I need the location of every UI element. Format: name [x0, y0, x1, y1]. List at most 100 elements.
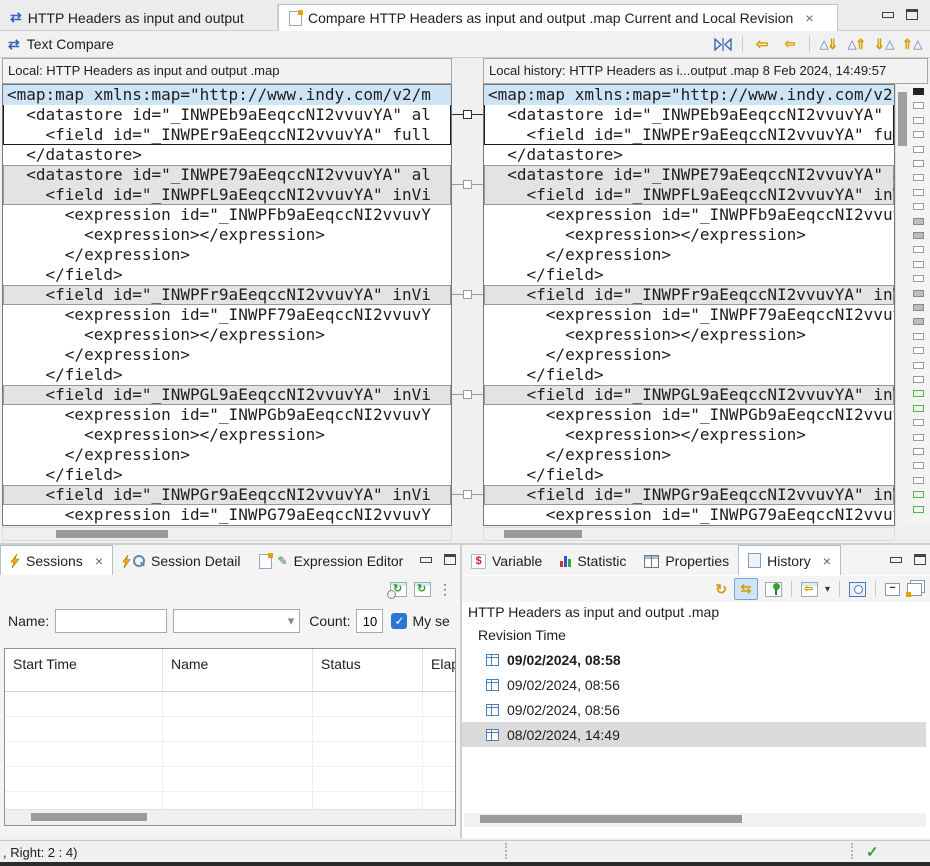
- code-line[interactable]: <expression></expression>: [484, 325, 894, 345]
- minimize-button[interactable]: [882, 12, 894, 18]
- code-line[interactable]: <datastore id="_INWPEb9aEeqccNI2vvuvYA" …: [3, 105, 451, 125]
- revision-row[interactable]: 09/02/2024, 08:58: [462, 647, 926, 672]
- revision-row[interactable]: 08/02/2024, 14:49: [462, 722, 926, 747]
- ruler-mark[interactable]: [913, 218, 924, 225]
- vertical-scrollbar[interactable]: [895, 84, 908, 526]
- diff-connector-handle[interactable]: [463, 290, 472, 299]
- previous-difference-icon[interactable]: △⇑: [846, 34, 868, 54]
- code-line[interactable]: <expression id="_INWPGb9aEeqccNI2vvuvY: [484, 405, 894, 425]
- code-line[interactable]: <map:map xmlns:map="http://www.indy.com/…: [484, 85, 894, 105]
- code-line[interactable]: <expression id="_INWPF79aEeqccNI2vvuvY: [484, 305, 894, 325]
- ruler-mark[interactable]: [913, 434, 924, 441]
- compare-mode-icon[interactable]: ⇦: [801, 582, 818, 597]
- pin-view-icon[interactable]: [765, 582, 782, 597]
- left-hscrollbar[interactable]: [2, 527, 452, 541]
- code-line[interactable]: </datastore>: [484, 145, 894, 165]
- my-sessions-checkbox[interactable]: ✓: [391, 613, 407, 629]
- copy-current-right-to-left-icon[interactable]: ⇦: [779, 34, 801, 54]
- ruler-mark[interactable]: [913, 88, 924, 95]
- column-header[interactable]: Start Time: [5, 649, 163, 691]
- maximize-button[interactable]: [906, 9, 918, 20]
- maximize-button[interactable]: [444, 554, 456, 565]
- code-line[interactable]: <map:map xmlns:map="http://www.indy.com/…: [3, 85, 451, 105]
- ruler-mark[interactable]: [913, 102, 924, 109]
- column-header[interactable]: Elaps: [423, 649, 456, 691]
- ruler-mark[interactable]: [913, 448, 924, 455]
- history-hscrollbar[interactable]: [464, 813, 926, 827]
- next-change-icon[interactable]: ⇓△: [874, 34, 896, 54]
- view-menu-icon[interactable]: ⋮: [438, 584, 452, 594]
- ruler-mark[interactable]: [913, 174, 924, 181]
- name-input[interactable]: [55, 609, 167, 633]
- tab-session-detail[interactable]: Session Detail: [113, 547, 250, 575]
- swap-panes-icon[interactable]: [712, 34, 734, 54]
- revision-times-icon[interactable]: [849, 582, 866, 597]
- column-header[interactable]: Status: [313, 649, 423, 691]
- diff-connector-handle[interactable]: [463, 490, 472, 499]
- ruler-mark[interactable]: [913, 232, 924, 239]
- code-line[interactable]: </field>: [484, 265, 894, 285]
- next-difference-icon[interactable]: △⇓: [818, 34, 840, 54]
- ruler-mark[interactable]: [913, 462, 924, 469]
- collapse-all-icon[interactable]: −: [885, 583, 900, 596]
- maximize-button[interactable]: [914, 554, 926, 565]
- tab-map-editor[interactable]: ⇄ HTTP Headers as input and output: [0, 4, 278, 31]
- code-line[interactable]: <datastore id="_INWPE79aEeqccNI2vvuvYA" …: [484, 165, 894, 185]
- ruler-mark[interactable]: [913, 362, 924, 369]
- tab-compare-editor[interactable]: Compare HTTP Headers as input and output…: [278, 4, 838, 31]
- code-line[interactable]: <expression id="_INWPFb9aEeqccNI2vvuvY: [484, 205, 894, 225]
- code-line[interactable]: <expression id="_INWPG79aEeqccNI2vvuvY: [3, 505, 451, 525]
- history-hscrollbar-thumb[interactable]: [480, 815, 742, 823]
- tab-expression-editor[interactable]: ✎ Expression Editor: [250, 547, 413, 575]
- column-header[interactable]: Name: [163, 649, 313, 691]
- code-line[interactable]: <field id="_INWPEr9aEeqccNI2vvuvYA" full: [484, 125, 894, 145]
- auto-refresh-icon[interactable]: ↻: [390, 582, 407, 597]
- code-line[interactable]: <expression></expression>: [3, 225, 451, 245]
- code-line[interactable]: </expression>: [3, 345, 451, 365]
- tab-sessions[interactable]: Sessions ×: [0, 545, 113, 575]
- code-line[interactable]: <field id="_INWPFr9aEeqccNI2vvuvYA" inVi: [484, 285, 894, 305]
- code-line[interactable]: </expression>: [3, 245, 451, 265]
- copy-all-right-to-left-icon[interactable]: ⇦: [751, 34, 773, 54]
- ruler-mark[interactable]: [913, 491, 924, 498]
- code-line[interactable]: <expression id="_INWPFb9aEeqccNI2vvuvY: [3, 205, 451, 225]
- diff-connector-handle[interactable]: [463, 110, 472, 119]
- code-line[interactable]: <field id="_INWPFr9aEeqccNI2vvuvYA" inVi: [3, 285, 451, 305]
- tab-properties[interactable]: Properties: [635, 547, 738, 575]
- ruler-mark[interactable]: [913, 477, 924, 484]
- ruler-mark[interactable]: [913, 203, 924, 210]
- chevron-down-icon[interactable]: ▾: [825, 584, 830, 595]
- ruler-mark[interactable]: [913, 318, 924, 325]
- tab-history[interactable]: History ×: [738, 545, 841, 575]
- ruler-mark[interactable]: [913, 333, 924, 340]
- tab-variable[interactable]: $ Variable: [462, 547, 551, 575]
- ruler-mark[interactable]: [913, 189, 924, 196]
- count-input[interactable]: [356, 609, 383, 633]
- ruler-mark[interactable]: [913, 117, 924, 124]
- minimize-button[interactable]: [890, 557, 902, 563]
- link-with-editor-icon[interactable]: ⇆: [734, 578, 758, 600]
- revision-row[interactable]: 09/02/2024, 08:56: [462, 697, 926, 722]
- code-line[interactable]: </field>: [3, 365, 451, 385]
- ruler-mark[interactable]: [913, 376, 924, 383]
- code-line[interactable]: <datastore id="_INWPE79aEeqccNI2vvuvYA" …: [3, 165, 451, 185]
- ruler-mark[interactable]: [913, 131, 924, 138]
- previous-change-icon[interactable]: ⇑△: [902, 34, 924, 54]
- close-icon[interactable]: ×: [805, 10, 813, 26]
- filter-dropdown[interactable]: ▾: [173, 609, 300, 633]
- code-line[interactable]: <field id="_INWPFL9aEeqccNI2vvuvYA" inVi: [484, 185, 894, 205]
- refresh-icon[interactable]: ↻: [715, 581, 727, 598]
- table-row[interactable]: [5, 692, 455, 717]
- code-line[interactable]: </datastore>: [3, 145, 451, 165]
- code-line[interactable]: </field>: [484, 365, 894, 385]
- code-line[interactable]: <expression></expression>: [3, 325, 451, 345]
- code-line[interactable]: <expression></expression>: [484, 225, 894, 245]
- ruler-mark[interactable]: [913, 390, 924, 397]
- ruler-mark[interactable]: [913, 405, 924, 412]
- tab-statistic[interactable]: Statistic: [551, 547, 635, 575]
- ruler-mark[interactable]: [913, 419, 924, 426]
- code-line[interactable]: <field id="_INWPGL9aEeqccNI2vvuvYA" inVi: [3, 385, 451, 405]
- code-line[interactable]: </expression>: [3, 445, 451, 465]
- close-icon[interactable]: ×: [95, 553, 103, 569]
- code-left[interactable]: <map:map xmlns:map="http://www.indy.com/…: [2, 84, 452, 526]
